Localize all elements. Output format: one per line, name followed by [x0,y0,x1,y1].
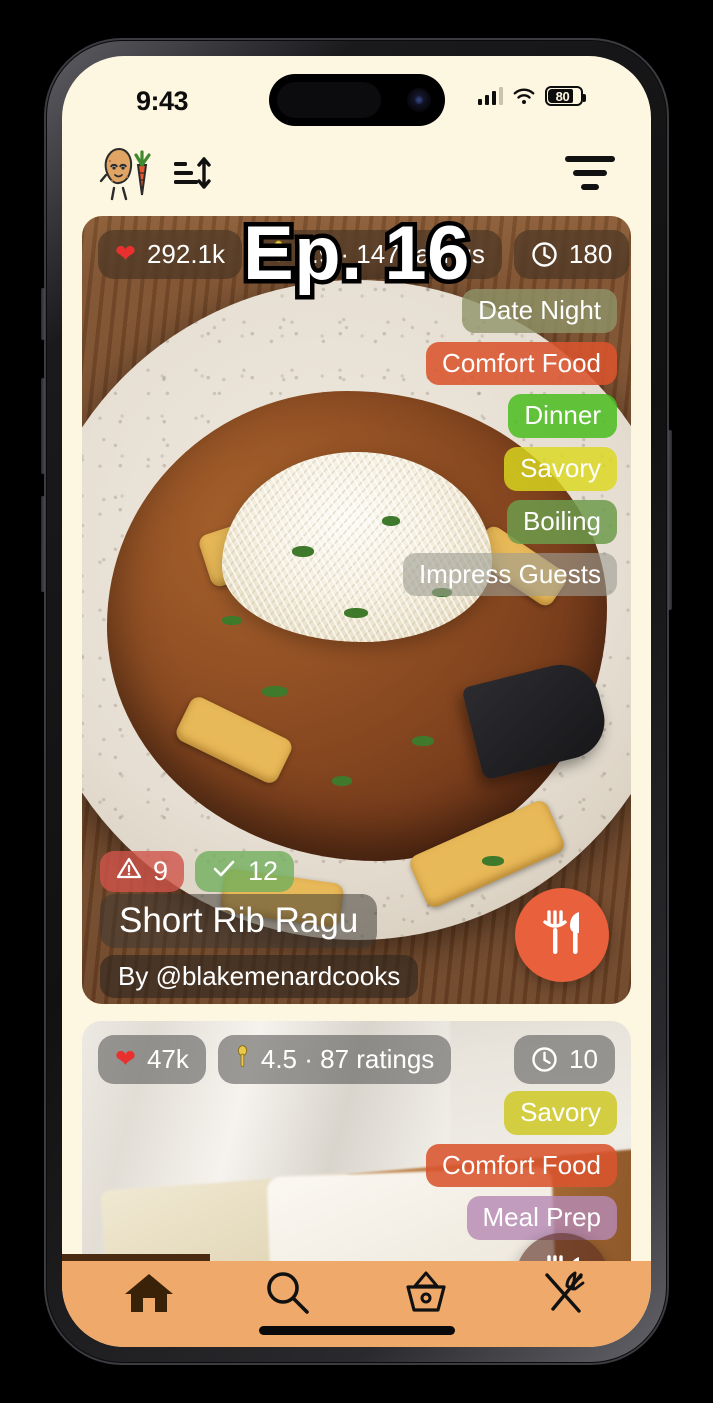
dynamic-island [268,74,445,126]
nav-item-search[interactable] [255,1269,319,1321]
likes-count: 292.1k [146,239,226,269]
status-bar: 9:43 80 [62,56,651,130]
wifi-icon [512,87,536,105]
recipe-author[interactable]: By @blakemenardcooks [100,955,419,998]
warning-triangle-icon [116,856,142,887]
tag-list: Date Night Comfort Food Dinner Savory Bo… [402,289,617,597]
recipe-card[interactable]: ❤ 47k 4.5 · 87 ratings 10 Savory Comfort… [82,1021,631,1281]
search-icon [263,1269,311,1322]
tag[interactable]: Comfort Food [426,1143,617,1188]
dynamic-island-pill [276,82,381,118]
warning-badge: 9 [100,851,185,892]
warning-count: 9 [153,856,169,886]
cellular-signal-icon [477,87,503,105]
recipe-title: Short Rib Ragu [100,894,378,948]
card-top-stats: ❤ 47k 4.5 · 87 ratings 10 [98,1035,615,1084]
check-badge: 12 [195,851,295,892]
likes-count: 47k [146,1044,189,1074]
clock-icon [531,241,558,268]
duration-badge: 10 [514,1035,615,1084]
duration-value: 10 [569,1044,598,1074]
app-header [62,130,651,216]
tag[interactable]: Dinner [508,394,617,439]
tag[interactable]: Impress Guests [402,552,617,597]
basket-icon [401,1270,451,1321]
power-button[interactable] [668,430,672,610]
volume-down-button[interactable] [41,496,45,592]
nav-item-home[interactable] [117,1269,181,1321]
front-camera-icon [406,88,431,112]
duration-badge: 180 [513,230,630,279]
battery-percent: 80 [555,88,570,104]
tag[interactable]: Savory [504,447,617,491]
filter-icon[interactable] [565,156,615,190]
clock-icon [531,1046,558,1073]
scroll-position-indicator [62,1254,210,1261]
phone-screen: 9:43 80 ❤ 292.1k 4.9 · 147 ratings 180 E… [62,56,651,1347]
tag[interactable]: Meal Prep [466,1196,617,1241]
nav-item-basket[interactable] [394,1269,458,1321]
mute-switch[interactable] [41,288,45,340]
tag[interactable]: Savory [504,1091,617,1135]
recipe-feed: ❤ 292.1k 4.9 · 147 ratings 180 Ep. 16 Da… [62,216,651,1281]
tag[interactable]: Boiling [506,499,617,544]
tag-list: Savory Comfort Food Meal Prep [426,1091,617,1241]
fork-knife-icon [539,908,585,963]
check-icon [211,856,237,887]
status-indicators: 80 [477,86,586,106]
heart-icon: ❤ [115,240,136,268]
rating-text: 4.5 · 87 ratings [260,1044,435,1074]
card-flags: 9 12 [100,851,295,892]
episode-overlay: Ep. 16 [239,216,474,301]
nav-item-recipes[interactable] [532,1269,596,1321]
likes-badge: ❤ 292.1k [98,230,243,279]
battery-icon: 80 [545,86,586,106]
tag[interactable]: Date Night [462,289,617,333]
volume-up-button[interactable] [41,378,45,474]
heart-icon: ❤ [115,1045,136,1073]
brand [92,143,212,203]
home-indicator [258,1326,455,1335]
cook-recipe-button[interactable] [515,888,609,982]
duration-value: 180 [568,239,613,269]
fork-knife-crossed-icon [539,1269,589,1322]
likes-badge: ❤ 47k [98,1035,206,1084]
potato-carrot-logo [92,143,158,203]
rating-badge: 4.5 · 87 ratings [217,1035,452,1084]
spoon-icon [235,1044,250,1075]
sort-icon[interactable] [172,154,212,192]
check-count: 12 [248,856,279,886]
recipe-card[interactable]: ❤ 292.1k 4.9 · 147 ratings 180 Ep. 16 Da… [82,216,631,1004]
status-time: 9:43 [136,86,189,116]
home-icon [123,1270,175,1321]
tag[interactable]: Comfort Food [426,341,617,386]
